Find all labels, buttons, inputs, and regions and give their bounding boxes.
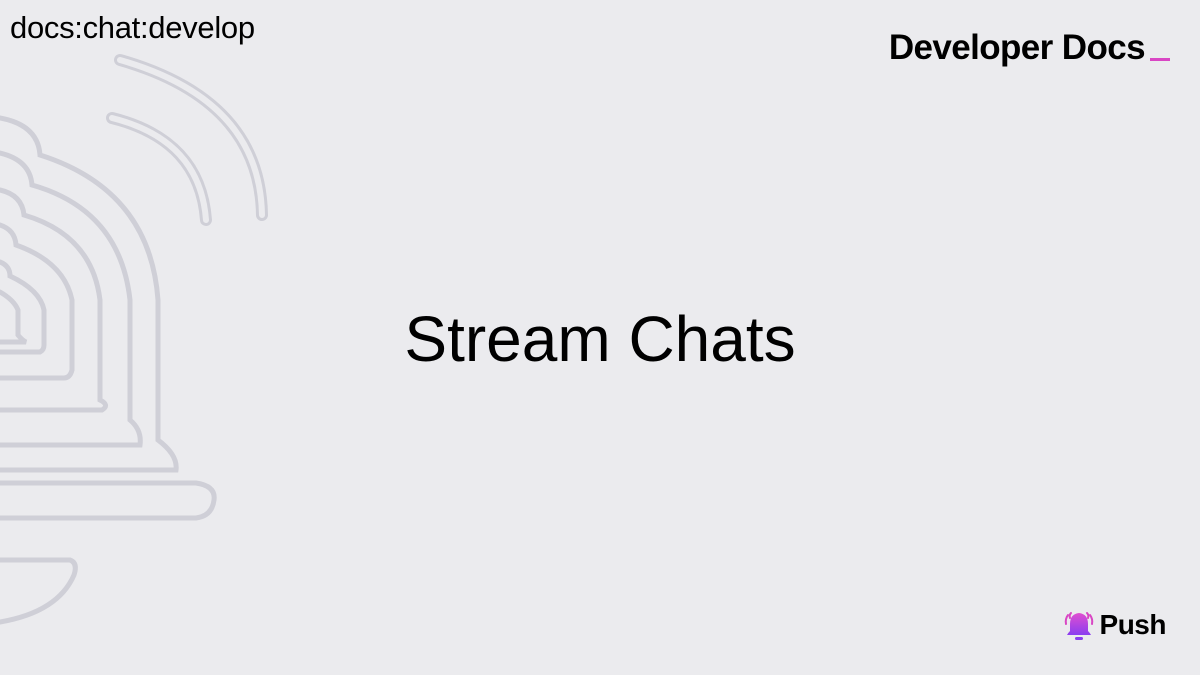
logo-text: Push (1099, 609, 1167, 640)
brand-label: Developer Docs (888, 28, 1146, 67)
page-title: Stream Chats (404, 303, 796, 375)
brand-heading: Developer Docs (889, 28, 1170, 68)
breadcrumb: docs:chat:develop (10, 10, 255, 45)
cursor-underscore (1150, 58, 1170, 61)
bell-icon (1064, 612, 1093, 640)
push-logo: Push (1062, 607, 1167, 643)
